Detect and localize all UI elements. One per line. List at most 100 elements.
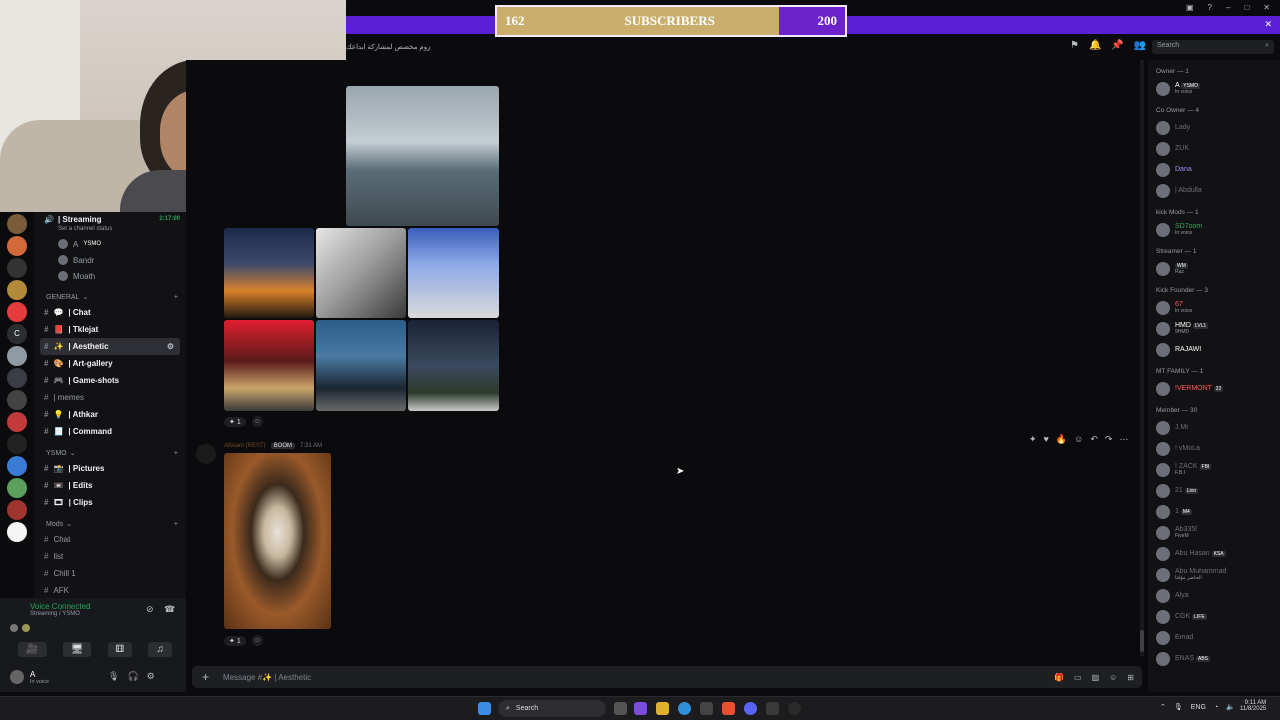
soundboard-icon[interactable]: ♫ <box>148 642 172 657</box>
add-reaction-icon[interactable]: ☺ <box>1074 434 1083 445</box>
taskbar-search[interactable]: ⌕ Search <box>498 700 606 717</box>
reply-icon[interactable]: ↶ <box>1090 434 1098 445</box>
member-item[interactable]: HMD LVL1 9HMD <box>1148 318 1280 339</box>
voice-location[interactable]: Streaming / YSMO <box>0 611 186 617</box>
member-item[interactable]: ZUK <box>1148 138 1280 159</box>
member-item[interactable]: RAJAWI <box>1148 339 1280 360</box>
message-image-zus-cafe[interactable] <box>408 228 499 318</box>
member-item[interactable]: A YSMO In voice <box>1148 78 1280 99</box>
member-item[interactable]: 67 In voice <box>1148 297 1280 318</box>
maximize-icon[interactable]: □ <box>1244 3 1249 12</box>
threads-icon[interactable]: ⚑ <box>1070 40 1079 51</box>
camera-icon[interactable]: 🎥 <box>18 642 47 657</box>
apps-icon[interactable]: ⊞ <box>1127 673 1134 682</box>
category-header[interactable]: GENERAL ⌄ + <box>34 290 186 304</box>
member-item[interactable]: Ab335l FiveM <box>1148 522 1280 543</box>
start-icon[interactable] <box>478 702 491 715</box>
notification-bell-icon[interactable]: 🔔 <box>1089 40 1101 51</box>
reaction-chip[interactable]: ✦ 1 <box>224 635 246 646</box>
task-view-icon[interactable] <box>614 702 627 715</box>
member-item[interactable]: SD7oom In voice <box>1148 219 1280 240</box>
channel-item[interactable]: # list <box>34 548 186 565</box>
message-image-street-night[interactable] <box>224 320 314 411</box>
message-image-street-day[interactable] <box>316 320 406 411</box>
member-item[interactable]: ! ZACK FBI F.B.I <box>1148 459 1280 480</box>
channel-item[interactable]: # 💬 | Chat <box>34 304 186 321</box>
message-image-sunset[interactable] <box>224 228 314 318</box>
close-window-icon[interactable]: ✕ <box>1263 3 1270 12</box>
banner-close-icon[interactable]: ✕ <box>1264 19 1272 30</box>
add-channel-icon[interactable]: + <box>174 450 178 457</box>
add-channel-icon[interactable]: + <box>174 294 178 301</box>
channel-item[interactable]: # 🎞 | Clips <box>34 494 186 511</box>
member-item[interactable]: Lady <box>1148 117 1280 138</box>
author-avatar[interactable] <box>196 444 216 464</box>
channel-item[interactable]: # | memes <box>34 389 186 406</box>
channel-item[interactable]: # 📕 | Tklejat <box>34 321 186 338</box>
voice-channel-streaming[interactable]: 🔊 | Streaming 2:17:00 <box>34 212 186 226</box>
member-item[interactable]: WM Raz <box>1148 258 1280 279</box>
capcut-icon[interactable] <box>766 702 779 715</box>
copilot-icon[interactable] <box>634 702 647 715</box>
store-icon[interactable] <box>700 702 713 715</box>
gif-icon[interactable]: ▭ <box>1074 673 1082 682</box>
member-item[interactable]: Abu Hasan KSA <box>1148 543 1280 564</box>
channel-item[interactable]: # AFK <box>34 582 186 598</box>
message-image-cat[interactable] <box>224 453 331 629</box>
search-input[interactable]: Search ⌕ <box>1152 40 1274 54</box>
channel-item[interactable]: # 🎮 | Game-shots <box>34 372 186 389</box>
message-image-towers[interactable] <box>408 320 499 411</box>
channel-item[interactable]: # 🧾 | Command <box>34 423 186 440</box>
add-reaction-icon[interactable]: ☺ <box>251 416 263 427</box>
add-reaction-icon[interactable]: ☺ <box>251 635 263 646</box>
inbox-icon[interactable]: ▣ <box>1186 3 1194 12</box>
channel-item[interactable]: # ✨ | Aesthetic ⚙ <box>40 338 180 355</box>
server-icon[interactable] <box>7 522 27 542</box>
noise-suppression-icon[interactable]: ⊘ <box>146 604 154 615</box>
react-fire-icon[interactable]: 🔥 <box>1056 434 1067 445</box>
channel-item[interactable]: # Chat <box>34 531 186 548</box>
member-item[interactable]: 21 Lion <box>1148 480 1280 501</box>
emoji-icon[interactable]: ☺ <box>1109 673 1117 682</box>
reaction-chip[interactable]: ✦ 1 <box>224 416 246 427</box>
member-item[interactable]: | Abdulla <box>1148 180 1280 201</box>
server-icon[interactable] <box>7 500 27 520</box>
category-header[interactable]: YSMO ⌄ + <box>34 446 186 460</box>
message-author[interactable]: Albsam (REST) <box>224 443 266 449</box>
voice-member[interactable]: Bandr <box>34 252 186 268</box>
volume-icon[interactable]: 🔈 <box>1226 703 1235 711</box>
settings-gear-icon[interactable]: ⚙ <box>167 342 174 351</box>
discord-icon[interactable] <box>744 702 757 715</box>
member-item[interactable]: Alya <box>1148 585 1280 606</box>
server-icon[interactable] <box>7 434 27 454</box>
member-item[interactable]: Abu Muhammad الحاضر مؤقتا <box>1148 564 1280 585</box>
react-sparkle-icon[interactable]: ✦ <box>1029 434 1037 445</box>
channel-item[interactable]: # 📼 | Edits <box>34 477 186 494</box>
scrollbar-track[interactable] <box>1140 60 1144 656</box>
member-item[interactable]: J.Mr <box>1148 417 1280 438</box>
server-icon[interactable] <box>7 456 27 476</box>
member-item[interactable]: 1 M4 <box>1148 501 1280 522</box>
gift-icon[interactable]: 🎁 <box>1054 673 1064 682</box>
channel-item[interactable]: # 📸 | Pictures <box>34 460 186 477</box>
help-icon[interactable]: ? <box>1208 3 1212 12</box>
server-icon[interactable] <box>7 214 27 234</box>
channel-status[interactable]: Set a channel status <box>34 226 186 236</box>
react-heart-icon[interactable]: ♥ <box>1044 434 1049 445</box>
tray-chevron-icon[interactable]: ⌃ <box>1160 703 1166 711</box>
server-icon[interactable] <box>7 478 27 498</box>
file-explorer-icon[interactable] <box>656 702 669 715</box>
wifi-icon[interactable]: ◔ <box>1214 704 1218 711</box>
activities-icon[interactable]: ⚅ <box>107 642 133 657</box>
brave-browser-icon[interactable] <box>722 702 735 715</box>
member-list-icon[interactable]: 👥 <box>1134 40 1146 51</box>
headphones-icon[interactable]: 🎧 <box>127 671 138 682</box>
channel-item[interactable]: # 💡 | Athkar <box>34 406 186 423</box>
member-item[interactable]: !VERMONT 22 <box>1148 378 1280 399</box>
member-item[interactable]: ! vMoLa <box>1148 438 1280 459</box>
member-item[interactable]: Dana <box>1148 159 1280 180</box>
channel-item[interactable]: # Chill 1 <box>34 565 186 582</box>
server-icon[interactable] <box>7 412 27 432</box>
server-icon[interactable] <box>7 258 27 278</box>
member-item[interactable]: CGK LIFE <box>1148 606 1280 627</box>
